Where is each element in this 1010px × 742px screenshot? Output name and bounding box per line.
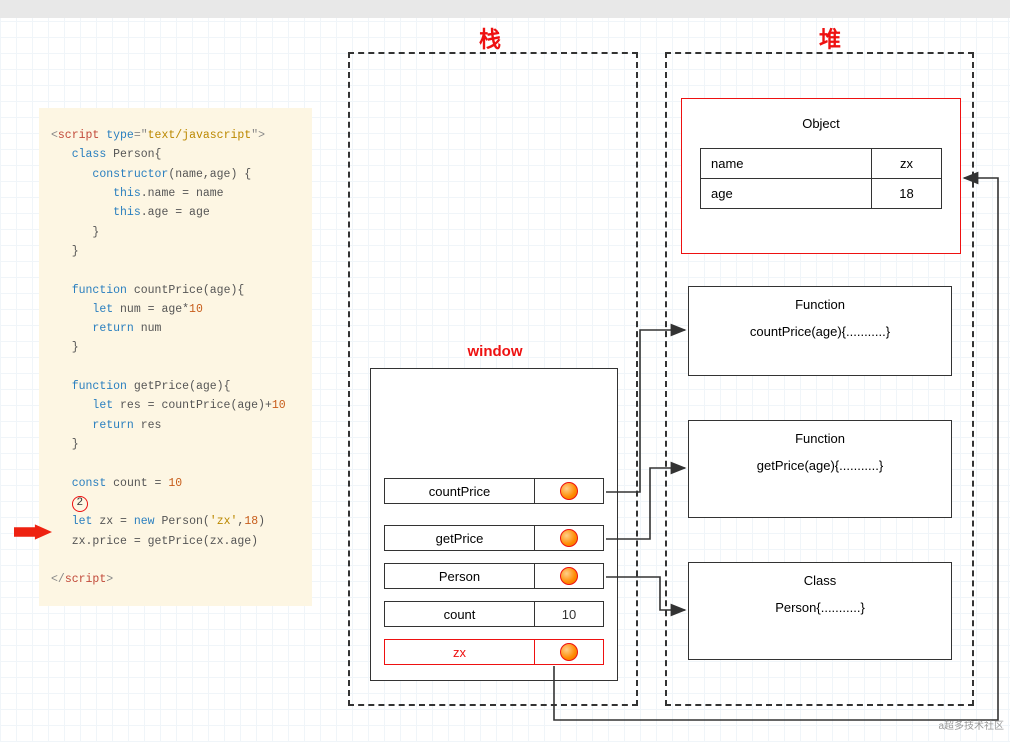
heap-title: 堆 — [740, 22, 920, 54]
slot-getprice: getPrice — [384, 525, 604, 551]
heap-box-countprice: Function countPrice(age){...........} — [688, 286, 952, 376]
heap-object-title: Object — [681, 116, 961, 131]
pointer-orb — [560, 529, 578, 547]
slot-zx: zx — [384, 639, 604, 665]
heap-object-table: namezx age18 — [700, 148, 942, 209]
step-badge-2: 2 — [72, 496, 88, 512]
window-title: window — [425, 343, 565, 360]
pointer-orb — [560, 482, 578, 500]
stack-title: 栈 — [380, 22, 600, 54]
code-block: <script type="text/javascript"> class Pe… — [39, 108, 312, 606]
pointer-orb — [560, 567, 578, 585]
heap-box-person: Class Person{...........} — [688, 562, 952, 660]
heap-box-getprice: Function getPrice(age){...........} — [688, 420, 952, 518]
slot-countprice: countPrice — [384, 478, 604, 504]
pointer-orb — [560, 643, 578, 661]
slot-person: Person — [384, 563, 604, 589]
arrow-callout-icon — [14, 524, 52, 540]
slot-count: count 10 — [384, 601, 604, 627]
watermark: a超多技术社区 — [938, 717, 1004, 732]
